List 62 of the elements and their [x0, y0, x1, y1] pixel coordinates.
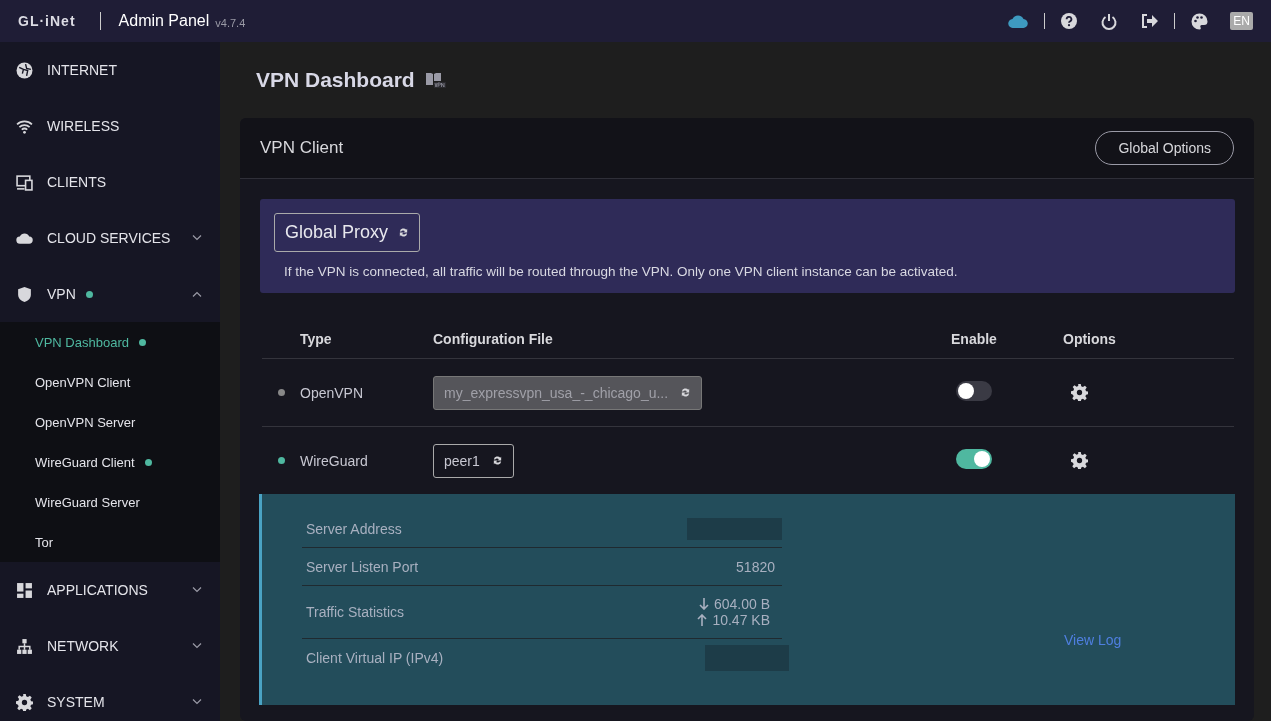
detail-label: Server Address [306, 520, 402, 537]
sidebar-item[interactable]: WIRELESS [0, 98, 220, 154]
enable-toggle[interactable] [956, 381, 992, 401]
column-header: Configuration File [433, 330, 554, 347]
logout-icon[interactable] [1141, 14, 1159, 28]
card-title: VPN Client [260, 138, 344, 158]
submenu-item[interactable]: OpenVPN Client [0, 362, 220, 402]
swap-icon [398, 227, 410, 238]
page-title: VPN Dashboard [256, 68, 415, 92]
power-icon[interactable] [1101, 12, 1118, 30]
sidebar-item[interactable]: APPLICATIONS [0, 562, 220, 618]
detail-label: Client Virtual IP (IPv4) [306, 650, 444, 666]
sidebar-item[interactable]: INTERNET [0, 42, 220, 98]
submenu-item[interactable]: VPN Dashboard [0, 322, 220, 362]
globe-icon [16, 61, 33, 79]
sidebar-item[interactable]: NETWORK [0, 618, 220, 674]
detail-label: Server Listen Port [306, 558, 419, 575]
settings-icon[interactable] [1071, 452, 1088, 469]
submenu-item[interactable]: OpenVPN Server [0, 402, 220, 442]
column-header: Options [1063, 330, 1117, 347]
shield-icon [16, 285, 33, 303]
proxy-note: If the VPN is connected, all traffic will be routed through the VPN. Only one VPN client instance can be activated. [284, 264, 959, 279]
sidebar-item[interactable]: SYSTEM [0, 674, 220, 721]
chevron-icon [192, 643, 202, 649]
column-header: Type [300, 330, 333, 347]
chevron-icon [192, 291, 202, 297]
wifi-icon [16, 117, 33, 135]
proxy-mode-button[interactable]: Global Proxy [274, 213, 421, 252]
upload-value: 10.47 KB [712, 612, 770, 628]
sidebar-item[interactable]: CLIENTS [0, 154, 220, 210]
detail-label: Traffic Statistics [306, 604, 405, 620]
vpn-type: WireGuard [300, 452, 369, 469]
column-header: Enable [951, 330, 998, 347]
upload-arrow-icon [697, 614, 708, 626]
chevron-icon [192, 587, 202, 593]
download-value: 604.00 B [713, 596, 770, 612]
submenu-item[interactable]: Tor [0, 522, 220, 562]
submenu-item[interactable]: WireGuard Server [0, 482, 220, 522]
version-label: v4.7.4 [215, 16, 246, 29]
swap-icon [491, 455, 503, 466]
submenu-item[interactable]: WireGuard Client [0, 442, 220, 482]
grid-icon [16, 581, 33, 599]
chevron-icon [192, 235, 202, 241]
devices-icon [16, 173, 33, 191]
sidebar-item[interactable]: VPN [0, 266, 220, 322]
brand-logo: GL·iNet [18, 13, 76, 29]
network-icon [16, 637, 33, 655]
chevron-icon [192, 699, 202, 705]
config-select[interactable]: peer1 [433, 443, 514, 478]
help-icon[interactable] [1061, 13, 1078, 29]
settings-icon [16, 693, 33, 711]
cloud-icon[interactable] [1008, 14, 1029, 28]
settings-icon[interactable] [1071, 384, 1088, 401]
swap-icon [680, 387, 692, 398]
enable-toggle[interactable] [956, 449, 992, 469]
vpn-type: OpenVPN [300, 384, 365, 401]
download-arrow-icon [698, 598, 709, 610]
app-title: Admin Panel [118, 12, 210, 30]
detail-value: 51820 [736, 558, 775, 575]
sidebar-item[interactable]: CLOUD SERVICES [0, 210, 220, 266]
book-icon [424, 72, 447, 88]
palette-icon[interactable] [1191, 12, 1209, 30]
